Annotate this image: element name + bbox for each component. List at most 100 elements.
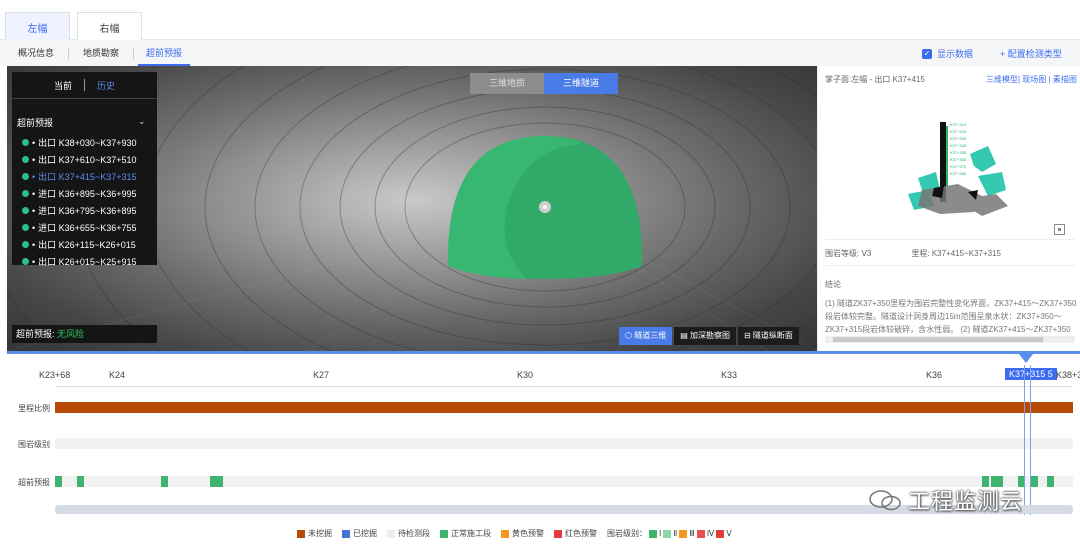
- list-item[interactable]: • 出口 K26+015~K25+915: [22, 253, 136, 270]
- config-detection-type-link[interactable]: + 配置检测类型: [1000, 47, 1062, 60]
- tunnel-icon: [22, 224, 29, 231]
- timeline-axis-line: [55, 386, 1073, 387]
- divider: [84, 79, 85, 91]
- tab-overview[interactable]: 概况信息: [10, 40, 62, 66]
- legend-swatch: [387, 529, 395, 538]
- tab-separator: [68, 48, 69, 59]
- grade-label: Ⅰ: [659, 529, 662, 538]
- forecast-selector-panel: 当前 历史 超前预报 ⌄ • 出口 K38+030~K37+930 • 出口 K37…: [12, 72, 157, 267]
- svg-text:K37+345: K37+345: [950, 143, 967, 148]
- svg-text:K37+375: K37+375: [950, 164, 967, 169]
- tab-current[interactable]: 当前: [54, 79, 72, 92]
- tab-forecast[interactable]: 超前预报: [138, 40, 191, 66]
- info-row: 围岩等级: Ⅴ3 里程: K37+415~K37+315: [825, 248, 1075, 259]
- svg-text:K37+325: K37+325: [950, 129, 967, 134]
- tab-right-lane[interactable]: 右幅: [77, 12, 142, 41]
- forecast-segment[interactable]: [160, 476, 168, 487]
- list-item[interactable]: • 进口 K36+795~K36+895: [22, 202, 136, 219]
- forecast-segment[interactable]: [55, 476, 62, 487]
- forecast-segment[interactable]: [1047, 476, 1055, 487]
- show-data-label: 显示数据: [937, 49, 974, 59]
- legend-item: 已挖掘: [342, 528, 377, 539]
- tunnel-icon: [22, 190, 29, 197]
- legend-swatch: [554, 529, 562, 538]
- legend-label: 正常施工段: [451, 529, 491, 538]
- chevron-down-icon[interactable]: ⌄: [138, 116, 146, 127]
- legend-item: 黄色预警: [501, 528, 544, 539]
- tab-history[interactable]: 历史: [97, 79, 115, 92]
- grade-legend-label: 围岩级别：: [607, 529, 647, 538]
- svg-text:K37+385: K37+385: [950, 171, 967, 176]
- risk-status-bar: 超前预报: 无风险: [12, 325, 157, 343]
- show-data-toggle[interactable]: ✓ 显示数据: [922, 47, 973, 60]
- mileage-axis: K23+68 K24 K27 K30 K33 K36 K37+315 5 K38…: [0, 365, 1080, 385]
- timeline-top-bar: [7, 351, 1080, 354]
- list-item-active[interactable]: • 出口 K37+415~K37+315: [22, 168, 136, 185]
- tick-label: K38+3: [1056, 370, 1080, 380]
- legend-label: 待检测段: [398, 529, 430, 538]
- forecast-list: • 出口 K38+030~K37+930 • 出口 K37+610~K37+510 …: [22, 134, 136, 270]
- tunnel-3d-button[interactable]: ⬡ 隧道三维: [619, 327, 673, 345]
- grade-legend: 围岩级别： Ⅰ Ⅱ Ⅲ Ⅳ Ⅴ: [607, 528, 732, 539]
- tunnel-icon: [22, 156, 29, 163]
- detail-panel: 掌子面:左幅 - 出口 K37+415 三维模型| 现场图 | 素描图 K37+…: [817, 66, 1080, 351]
- sub-tab-bar: 概况信息 地质勘察 超前预报 ✓ 显示数据 + 配置检测类型: [0, 40, 1080, 66]
- tab-geology[interactable]: 地质勘察: [75, 40, 127, 66]
- view-links[interactable]: 三维模型| 现场图 | 素描图: [986, 74, 1077, 85]
- list-item-label: 进口 K36+795~K36+895: [38, 206, 137, 216]
- tunnel-icon: [22, 139, 29, 146]
- grade-label: Ⅱ: [673, 529, 678, 538]
- forecast-segment[interactable]: [77, 476, 85, 487]
- grade-swatch: [716, 529, 725, 538]
- grade-swatch: [696, 529, 705, 538]
- fullscreen-icon[interactable]: [1054, 224, 1065, 235]
- face-title: 掌子面:左幅 - 出口 K37+415: [825, 75, 925, 84]
- grade-swatch: [663, 529, 672, 538]
- grade-swatch: [679, 529, 688, 538]
- list-item[interactable]: • 进口 K36+895~K36+995: [22, 185, 136, 202]
- tick-label: K23+68: [39, 370, 71, 380]
- forecast-segment[interactable]: [1031, 476, 1039, 487]
- row-label-forecast: 超前预报: [18, 478, 50, 487]
- list-item-label: 进口 K36+895~K36+995: [38, 189, 137, 199]
- deep-survey-button[interactable]: ▤ 加深勘察图: [674, 327, 736, 345]
- svg-text:K37+355: K37+355: [950, 150, 967, 155]
- legend-swatch: [342, 529, 350, 538]
- tick-label: K36: [926, 370, 943, 380]
- position-line: [1024, 365, 1025, 515]
- tick-label: K33: [721, 370, 738, 380]
- tab-left-lane[interactable]: 左幅: [5, 12, 70, 41]
- forecast-segment[interactable]: [209, 476, 223, 487]
- legend-item: 红色预警: [554, 528, 597, 539]
- tick-label: K27: [313, 370, 330, 380]
- tick-label: K30: [517, 370, 534, 380]
- grade-track[interactable]: [55, 438, 1073, 449]
- legend-swatch: [297, 529, 305, 538]
- tunnel-icon: [22, 207, 29, 214]
- conclusion-title: 结论: [825, 280, 841, 289]
- list-item[interactable]: • 出口 K37+610~K37+510: [22, 151, 136, 168]
- current-position-marker[interactable]: [1019, 354, 1033, 363]
- mode-3d-geology-button[interactable]: 三维地质: [470, 73, 544, 94]
- list-item[interactable]: • 出口 K38+030~K37+930: [22, 134, 136, 151]
- view-mode-switch: 三维地质 三维隧道: [470, 73, 618, 94]
- grade-label: Ⅲ: [689, 529, 695, 538]
- watermark-text: 工程监测云: [908, 489, 1024, 514]
- grade-swatch: [649, 529, 657, 538]
- mileage-track[interactable]: [55, 402, 1073, 413]
- selector-header: 当前 历史: [12, 72, 157, 99]
- tunnel-3d-viewport[interactable]: 三维地质 三维隧道 当前 历史 超前预报 ⌄ • 出口 K38+030~K37+9…: [7, 66, 817, 351]
- list-item[interactable]: • 出口 K26+115~K26+015: [22, 236, 136, 253]
- tunnel-icon: [22, 241, 29, 248]
- scroll-thumb[interactable]: [833, 337, 1043, 342]
- 3d-model-image[interactable]: K37+315 K37+325 K37+335 K37+345 K37+355 K37…: [878, 106, 1038, 226]
- mode-3d-tunnel-button[interactable]: 三维隧道: [544, 73, 618, 94]
- divider: [825, 265, 1075, 266]
- tab-separator: [133, 48, 134, 59]
- longitudinal-section-button[interactable]: ⊟ 隧道纵断面: [738, 327, 799, 345]
- rock-grade: 围岩等级: Ⅴ3: [825, 249, 872, 258]
- check-icon[interactable]: ✓: [922, 48, 932, 59]
- wechat-icon: [869, 490, 901, 511]
- horizontal-scrollbar[interactable]: [825, 336, 1075, 343]
- list-item[interactable]: • 进口 K36+655~K36+755: [22, 219, 136, 236]
